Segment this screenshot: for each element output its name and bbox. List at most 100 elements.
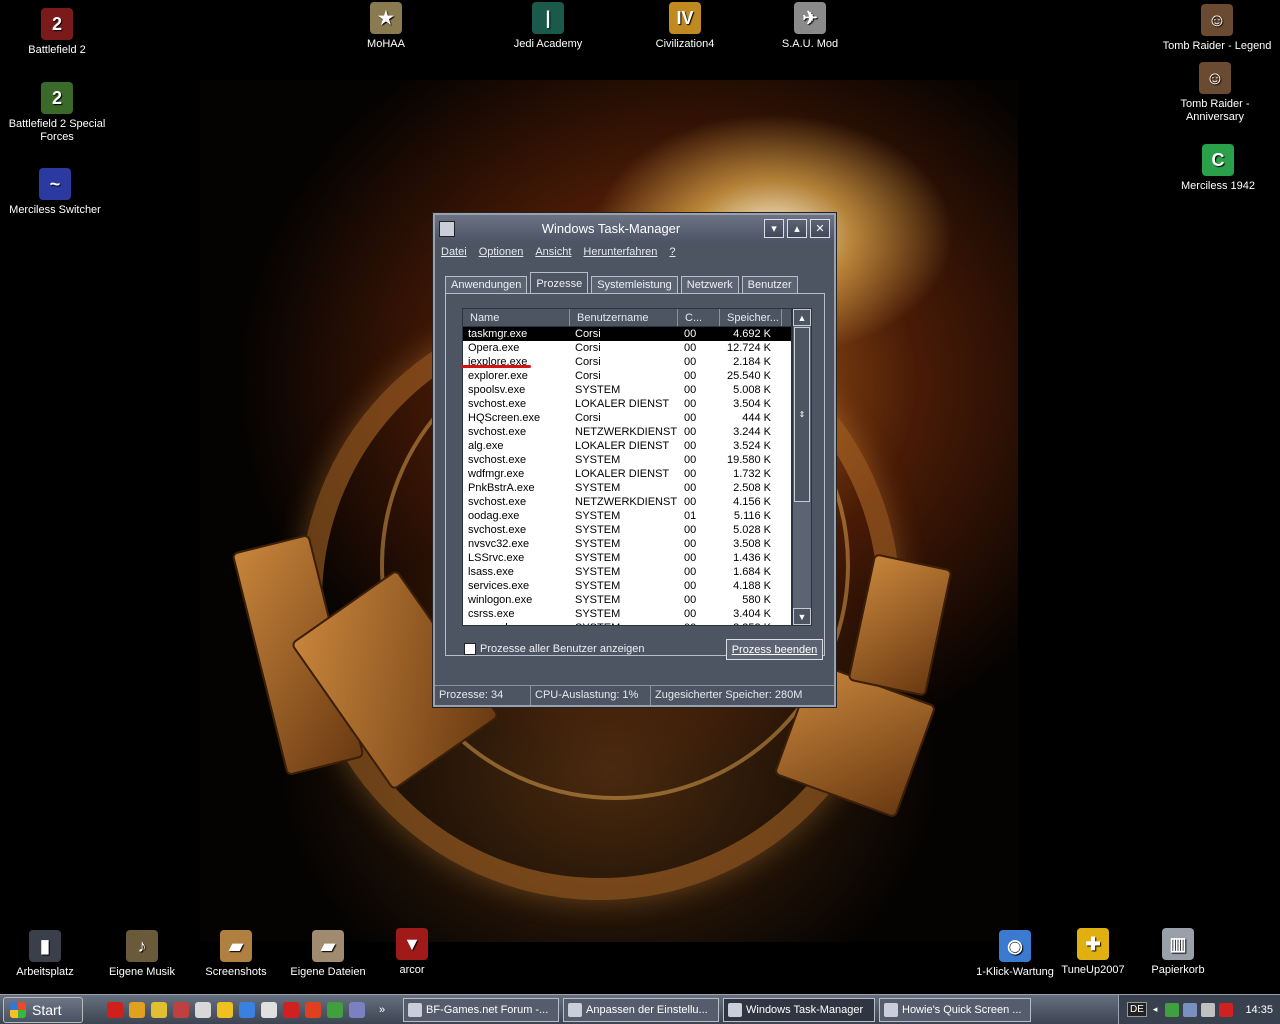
title-bar[interactable]: Windows Task-Manager ▾ ▴ ✕ (435, 215, 834, 242)
tab-strip: Anwendungen Prozesse Systemleistung Netzwer… (435, 262, 834, 294)
menu-item-1[interactable]: Optionen (479, 246, 524, 258)
screenshots-folder-icon: ▰ (220, 930, 252, 962)
process-row[interactable]: oodag.exe SYSTEM 01 5.116 K (463, 509, 791, 523)
taskbar-button[interactable]: Howie's Quick Screen ... (879, 997, 1031, 1022)
start-button[interactable]: Start (3, 996, 83, 1023)
tray-expand-icon[interactable]: ◂ (1153, 1004, 1158, 1015)
process-row[interactable]: spoolsv.exe SYSTEM 00 5.008 K (463, 383, 791, 397)
process-row[interactable]: taskmgr.exe Corsi 00 4.692 K (463, 327, 791, 341)
desktop-icon-civilization4[interactable]: IV Civilization4 (630, 2, 740, 51)
process-row[interactable]: svchost.exe SYSTEM 00 5.028 K (463, 523, 791, 537)
tray-antivir-icon[interactable] (1219, 1002, 1234, 1017)
process-name: svchost.exe (468, 454, 527, 466)
mail-icon[interactable] (261, 1001, 277, 1018)
desktop-icon-recycle-bin[interactable]: ▥ Papierkorb (1123, 928, 1233, 977)
desktop-icon-tomb-raider-legend[interactable]: ☺ Tomb Raider - Legend (1162, 4, 1272, 53)
language-indicator[interactable]: DE (1127, 1002, 1147, 1017)
process-row[interactable]: svchost.exe SYSTEM 00 19.580 K (463, 453, 791, 467)
process-row[interactable]: wdfmgr.exe LOKALER DIENST 00 1.732 K (463, 467, 791, 481)
arrows-icon[interactable] (151, 1001, 167, 1018)
tab-anwendungen[interactable]: Anwendungen (445, 276, 528, 294)
minimize-button[interactable]: ▾ (764, 219, 784, 238)
menu-item-0[interactable]: Datei (441, 246, 467, 258)
menu-item-2[interactable]: Ansicht (535, 246, 571, 258)
desktop-icon-mohaa[interactable]: ★ MoHAA (331, 2, 441, 51)
scroll-thumb[interactable]: ⇕ (794, 327, 810, 502)
desktop-icon-merciless-1942[interactable]: C Merciless 1942 (1163, 144, 1273, 193)
process-row[interactable]: svchost.exe NETZWERKDIENST 00 3.244 K (463, 425, 791, 439)
start-label: Start (32, 1001, 62, 1018)
opera-icon[interactable] (107, 1001, 123, 1018)
scroll-up-button[interactable]: ▲ (793, 309, 811, 326)
column-header-1[interactable]: Benutzername (570, 309, 678, 326)
process-row[interactable]: HQScreen.exe Corsi 00 444 K (463, 411, 791, 425)
ie-icon[interactable] (239, 1001, 255, 1018)
process-row[interactable]: nvsvc32.exe SYSTEM 00 3.508 K (463, 537, 791, 551)
desktop-icon-jedi-academy[interactable]: | Jedi Academy (493, 2, 603, 51)
menu-item-4[interactable]: ? (669, 246, 675, 258)
tray-network-icon[interactable] (1183, 1002, 1198, 1017)
process-cpu: 00 (684, 398, 697, 410)
desktop-icon-tomb-raider-anniversary[interactable]: ☺ Tomb Raider - Anniversary (1160, 62, 1270, 124)
desktop-icon-battlefield2[interactable]: 2 Battlefield 2 (2, 8, 112, 57)
tool-icon[interactable] (173, 1001, 189, 1018)
process-row[interactable]: csrss.exe SYSTEM 00 3.404 K (463, 607, 791, 621)
tab-netzwerk[interactable]: Netzwerk (680, 276, 739, 294)
desktop-icon-battlefield2-sf[interactable]: 2 Battlefield 2 Special Forces (2, 82, 112, 144)
process-user: SYSTEM (575, 384, 621, 396)
scroll-down-button[interactable]: ▼ (793, 608, 811, 625)
menu-item-3[interactable]: Herunterfahren (583, 246, 657, 258)
taskmanager-icon (439, 220, 455, 237)
process-row[interactable]: explorer.exe Corsi 00 25.540 K (463, 369, 791, 383)
window-icon[interactable] (195, 1001, 211, 1018)
process-user: Corsi (575, 328, 601, 340)
clock[interactable]: 14:35 (1245, 1004, 1273, 1016)
desktop-icon-sau-mod[interactable]: ✈ S.A.U. Mod (755, 2, 865, 51)
tab-systemleistung[interactable]: Systemleistung (591, 276, 678, 294)
taskbar-button[interactable]: Anpassen der Einstellu... (563, 997, 719, 1022)
music-folder-icon: ♪ (126, 930, 158, 962)
smiley-icon[interactable] (217, 1001, 233, 1018)
maximize-button[interactable]: ▴ (787, 219, 807, 238)
process-row[interactable]: lsass.exe SYSTEM 00 1.684 K (463, 565, 791, 579)
chrome-ball-icon[interactable] (305, 1001, 321, 1018)
taskbar-button[interactable]: BF-Games.net Forum -... (403, 997, 559, 1022)
tab-prozesse[interactable]: Prozesse (530, 272, 589, 294)
antivir-icon[interactable] (283, 1001, 299, 1018)
process-row[interactable]: Opera.exe Corsi 00 12.724 K (463, 341, 791, 355)
desktop-icon-computer[interactable]: ▮ Arbeitsplatz (0, 930, 100, 979)
process-row[interactable]: PnkBstrA.exe SYSTEM 00 2.508 K (463, 481, 791, 495)
process-row[interactable]: winlogon.exe SYSTEM 00 580 K (463, 593, 791, 607)
tab-benutzer[interactable]: Benutzer (741, 276, 798, 294)
desktop-icon-label: Battlefield 2 Special Forces (8, 118, 106, 143)
quick-launch-overflow-button[interactable]: » (379, 1004, 393, 1016)
gear-icon[interactable] (327, 1001, 343, 1018)
ghost-icon[interactable] (349, 1001, 365, 1018)
process-name: spoolsv.exe (468, 384, 526, 396)
tray-monitor-icon[interactable] (1201, 1002, 1216, 1017)
desktop-icon-merciless-switcher[interactable]: ~ Merciless Switcher (0, 168, 110, 217)
task-manager-window[interactable]: Windows Task-Manager ▾ ▴ ✕ Datei Optionen… (433, 213, 836, 707)
desktop-icon-arcor[interactable]: ▼ arcor (357, 928, 467, 977)
vertical-scrollbar[interactable]: ▲ ⇕ ▼ (792, 308, 812, 626)
process-list[interactable]: Name Benutzername C... Speicher... taskmgr.… (462, 308, 792, 626)
close-button[interactable]: ✕ (810, 219, 830, 238)
tray-green-icon[interactable] (1165, 1002, 1180, 1017)
process-row[interactable]: alg.exe LOKALER DIENST 00 3.524 K (463, 439, 791, 453)
column-header-2[interactable]: C... (678, 309, 720, 326)
end-process-button[interactable]: Prozess beenden (726, 639, 823, 660)
process-row[interactable]: LSSrvc.exe SYSTEM 00 1.436 K (463, 551, 791, 565)
checkbox-box[interactable] (464, 643, 476, 655)
process-row[interactable]: svchost.exe NETZWERKDIENST 00 4.156 K (463, 495, 791, 509)
process-row[interactable]: avguard.exeSYSTEM008.352 K (463, 621, 791, 625)
column-header-3[interactable]: Speicher... (720, 309, 782, 326)
lightning-icon[interactable] (129, 1001, 145, 1018)
process-row[interactable]: services.exe SYSTEM 00 4.188 K (463, 579, 791, 593)
recycle-bin-icon: ▥ (1162, 928, 1194, 960)
taskbar-button[interactable]: Windows Task-Manager (723, 997, 875, 1022)
process-name: Opera.exe (468, 342, 520, 354)
show-all-users-checkbox[interactable]: Prozesse aller Benutzer anzeigen (464, 643, 644, 655)
process-row[interactable]: svchost.exe LOKALER DIENST 00 3.504 K (463, 397, 791, 411)
column-header-0[interactable]: Name (463, 309, 570, 326)
process-cpu: 00 (684, 496, 697, 508)
